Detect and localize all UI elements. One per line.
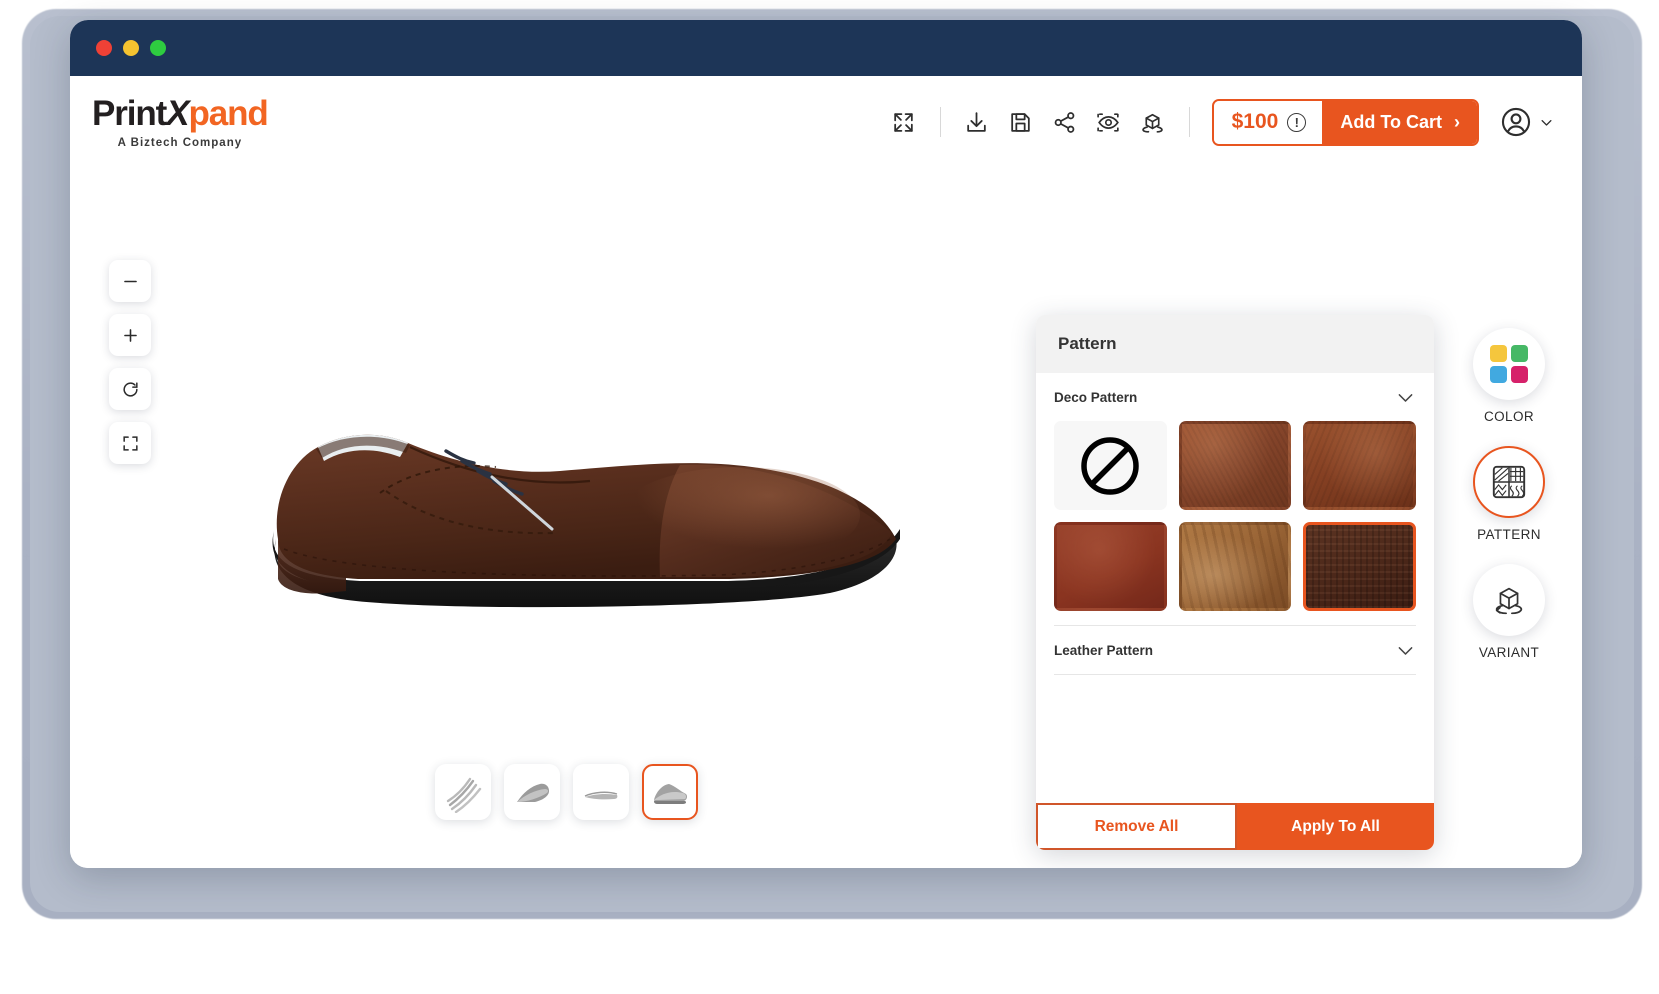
zoom-in-button[interactable] (109, 314, 151, 356)
pattern-grid-icon (1492, 465, 1526, 499)
header-toolbar: $100 ! Add To Cart › (882, 98, 1554, 146)
price-info-icon[interactable]: ! (1287, 112, 1307, 132)
swatch-pattern-6[interactable] (1303, 522, 1416, 611)
brand-name: PrintXpand (92, 93, 269, 133)
brand-name-x: X (166, 93, 189, 133)
brand-name-part1: Print (92, 93, 167, 133)
cube-rotate-icon (1495, 587, 1523, 615)
tool-rail: COLOR PATTERN VARIANT (1454, 328, 1564, 660)
user-avatar-icon (1501, 107, 1531, 137)
brand-tagline: A Biztech Company (117, 136, 243, 149)
window-titlebar (70, 20, 1582, 76)
chevron-down-icon (1398, 646, 1413, 655)
remove-all-button[interactable]: Remove All (1036, 803, 1237, 850)
tool-color-circle (1473, 328, 1545, 400)
swatch-pattern-4[interactable] (1054, 522, 1167, 611)
color-squares-icon (1490, 345, 1528, 383)
swatch-pattern-3[interactable] (1303, 421, 1416, 510)
panel-body: Deco Pattern Leather Pattern (1036, 373, 1434, 803)
window-minimize-button[interactable] (123, 40, 139, 56)
chevron-down-icon (1541, 119, 1552, 126)
toolbar-divider-2 (1188, 107, 1190, 137)
part-thumb-upper[interactable] (504, 764, 560, 820)
brand-name-part2: pand (188, 93, 268, 133)
chevron-right-icon: › (1454, 111, 1460, 132)
save-icon[interactable] (999, 101, 1043, 143)
swatch-pattern-5[interactable] (1179, 522, 1292, 611)
price-box: $100 ! (1213, 100, 1323, 144)
apply-to-all-button[interactable]: Apply To All (1237, 803, 1434, 850)
add-to-cart-button[interactable]: Add To Cart › (1322, 100, 1477, 144)
part-thumb-sole[interactable] (573, 764, 629, 820)
part-thumb-laces[interactable] (435, 764, 491, 820)
panel-title: Pattern (1036, 315, 1434, 373)
cart-group: $100 ! Add To Cart › (1211, 98, 1479, 146)
deco-pattern-swatches (1054, 421, 1416, 625)
product-model-shoe[interactable] (260, 343, 920, 633)
tool-color[interactable]: COLOR (1473, 328, 1545, 424)
part-thumbnail-bar (435, 764, 698, 820)
fullscreen-icon[interactable] (882, 101, 926, 143)
chevron-down-icon (1398, 393, 1413, 402)
tool-pattern-label: PATTERN (1477, 527, 1541, 542)
tool-color-label: COLOR (1483, 409, 1534, 424)
window-close-button[interactable] (96, 40, 112, 56)
tool-pattern[interactable]: PATTERN (1473, 446, 1545, 542)
ar-preview-icon[interactable] (1087, 101, 1131, 143)
brand-logo[interactable]: PrintXpand A Biztech Company (92, 93, 269, 149)
browser-window: PrintXpand A Biztech Company $100 ! Add … (70, 20, 1582, 868)
product-canvas[interactable]: Pattern Deco Pattern Leather Pattern Rem… (70, 168, 1582, 868)
toolbar-divider-1 (939, 107, 941, 137)
tool-pattern-circle (1473, 446, 1545, 518)
panel-footer: Remove All Apply To All (1036, 803, 1434, 850)
section-label-deco-pattern: Deco Pattern (1054, 389, 1138, 405)
tool-variant-label: VARIANT (1478, 645, 1540, 660)
tool-variant-circle (1473, 564, 1545, 636)
section-divider-bottom (1054, 674, 1416, 675)
no-pattern-icon (1081, 436, 1140, 495)
section-header-leather-pattern[interactable]: Leather Pattern (1054, 626, 1416, 674)
download-icon[interactable] (955, 101, 999, 143)
fit-to-screen-button[interactable] (109, 422, 151, 464)
window-maximize-button[interactable] (150, 40, 166, 56)
swatch-pattern-2[interactable] (1179, 421, 1292, 510)
3d-view-icon[interactable] (1131, 101, 1175, 143)
viewport-controls (109, 260, 151, 464)
part-thumb-full-shoe[interactable] (642, 764, 698, 820)
tool-variant[interactable]: VARIANT (1473, 564, 1545, 660)
price-value: $100 (1231, 110, 1279, 133)
swatch-none[interactable] (1054, 421, 1167, 510)
section-header-deco-pattern[interactable]: Deco Pattern (1054, 373, 1416, 421)
page-root: PrintXpand A Biztech Company $100 ! Add … (0, 0, 1659, 994)
user-menu[interactable] (1499, 105, 1554, 139)
section-label-leather-pattern: Leather Pattern (1054, 642, 1154, 658)
pattern-panel: Pattern Deco Pattern Leather Pattern Rem… (1036, 315, 1434, 850)
add-to-cart-label: Add To Cart (1340, 111, 1442, 132)
app-header: PrintXpand A Biztech Company $100 ! Add … (70, 76, 1582, 168)
zoom-out-button[interactable] (109, 260, 151, 302)
reset-view-button[interactable] (109, 368, 151, 410)
share-icon[interactable] (1043, 101, 1087, 143)
